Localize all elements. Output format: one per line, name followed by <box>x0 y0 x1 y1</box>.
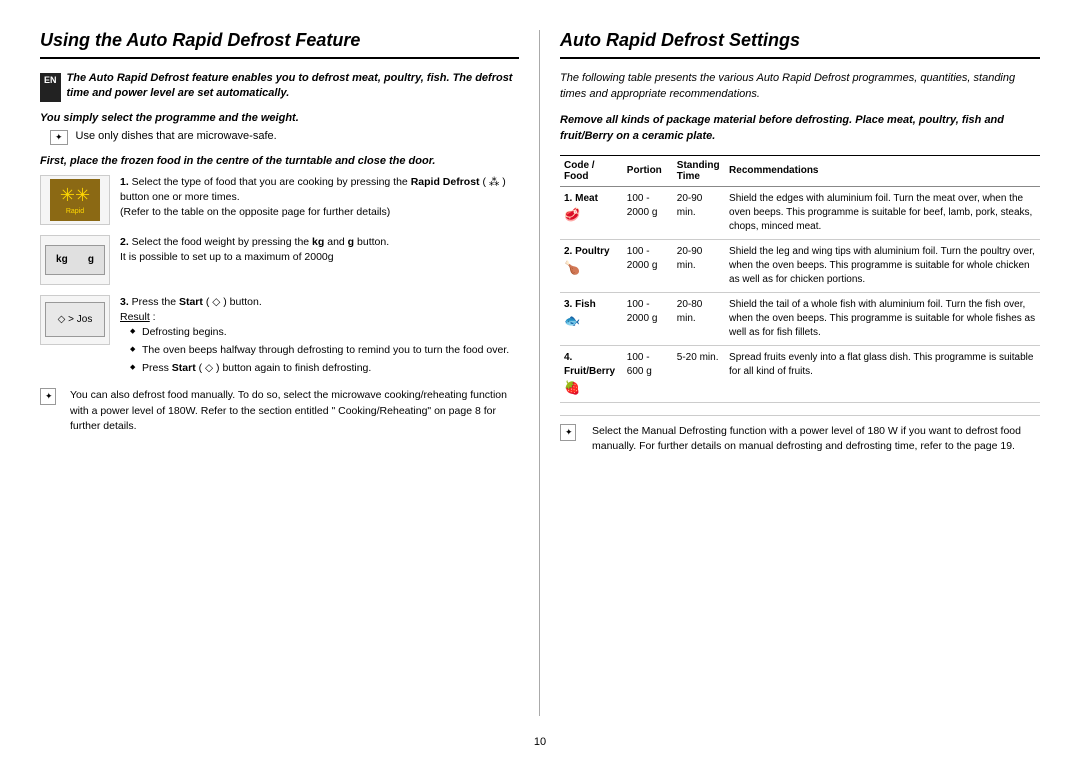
right-intro-2: Remove all kinds of package material bef… <box>560 113 1040 145</box>
table-row: 1. Meat 🥩 100 - 2000 g 20-90 min. Shield… <box>560 186 1040 239</box>
microwave-note: ✦ Use only dishes that are microwave-saf… <box>40 130 519 145</box>
step-1-image: ✳✳ Rapid <box>40 175 110 225</box>
table-row: 2. Poultry 🍗 100 - 2000 g 20-90 min. Shi… <box>560 239 1040 292</box>
poultry-icon: 🍗 <box>564 259 619 277</box>
step-3-image: ◇ > Jos <box>40 295 110 345</box>
food-fish: 3. Fish 🐟 <box>560 292 623 345</box>
meat-icon: 🥩 <box>564 206 619 224</box>
steps-area: ✳✳ Rapid 1. Select the type of food that… <box>40 175 519 379</box>
rec-meat: Shield the edges with aluminium foil. Tu… <box>725 186 1040 239</box>
rapid-label: Rapid <box>66 208 84 215</box>
food-meat: 1. Meat 🥩 <box>560 186 623 239</box>
food-fruit: 4. Fruit/Berry 🍓 <box>560 345 623 402</box>
kg-label: kg <box>56 254 68 265</box>
col-header-food: Code / Food <box>560 155 623 186</box>
col-header-standing: StandingTime <box>673 155 725 186</box>
table-header-row: Code / Food Portion StandingTime Recomme… <box>560 155 1040 186</box>
step-3-bullets: Defrosting begins. The oven beeps halfwa… <box>120 325 519 375</box>
subtitle: You simply select the programme and the … <box>40 112 519 124</box>
step-3-num: 3. <box>120 296 129 308</box>
step-2-content: 2. Select the food weight by pressing th… <box>120 235 519 265</box>
food-poultry: 2. Poultry 🍗 <box>560 239 623 292</box>
standing-fruit: 5-20 min. <box>673 345 725 402</box>
rec-fruit: Spread fruits evenly into a flat glass d… <box>725 345 1040 402</box>
fruit-name: 4. Fruit/Berry <box>564 352 615 377</box>
portion-meat: 100 - 2000 g <box>623 186 673 239</box>
meat-name: 1. Meat <box>564 193 598 204</box>
footer-text: Select the Manual Defrosting function wi… <box>592 424 1040 454</box>
right-intro-text-2: Remove all kinds of package material bef… <box>560 114 1004 142</box>
table-row: 4. Fruit/Berry 🍓 100 - 600 g 5-20 min. S… <box>560 345 1040 402</box>
manual-icon: ✦ <box>40 388 56 405</box>
kg-display: kg g <box>45 245 105 275</box>
left-title: Using the Auto Rapid Defrost Feature <box>40 30 519 59</box>
right-footer: ✦ Select the Manual Defrosting function … <box>560 415 1040 454</box>
footer-icon: ✦ <box>560 424 576 441</box>
step-2-num: 2. <box>120 236 129 248</box>
rapid-defrost-icon: ✳✳ Rapid <box>50 179 100 221</box>
step-3-row: ◇ > Jos 3. Press the Start ( ◇ ) button.… <box>40 295 519 379</box>
manual-block: ✦ You can also defrost food manually. To… <box>40 388 519 434</box>
en-badge: EN <box>40 73 61 102</box>
standing-meat: 20-90 min. <box>673 186 725 239</box>
step-2-image: kg g <box>40 235 110 285</box>
fish-name: 3. Fish <box>564 299 596 310</box>
step-1-num: 1. <box>120 176 129 188</box>
col-header-portion: Portion <box>623 155 673 186</box>
start-display: ◇ > Jos <box>45 302 105 337</box>
defrost-table: Code / Food Portion StandingTime Recomme… <box>560 155 1040 403</box>
step-2-row: kg g 2. Select the food weight by pressi… <box>40 235 519 285</box>
intro-text: The Auto Rapid Defrost feature enables y… <box>67 71 519 102</box>
g-label: g <box>88 254 94 265</box>
rec-fish: Shield the tail of a whole fish with alu… <box>725 292 1040 345</box>
right-title: Auto Rapid Defrost Settings <box>560 30 1040 59</box>
right-intro-text-1: The following table presents the various… <box>560 72 1015 100</box>
fruit-icon: 🍓 <box>564 379 619 397</box>
left-column: Using the Auto Rapid Defrost Feature EN … <box>40 30 540 716</box>
manual-text: You can also defrost food manually. To d… <box>70 388 519 434</box>
start-icon: ◇ > Jos <box>58 314 93 325</box>
microwave-text: Use only dishes that are microwave-safe. <box>76 130 277 142</box>
standing-poultry: 20-90 min. <box>673 239 725 292</box>
table-row: 3. Fish 🐟 100 - 2000 g 20-80 min. Shield… <box>560 292 1040 345</box>
step-1-content: 1. Select the type of food that you are … <box>120 175 519 221</box>
step-3-content: 3. Press the Start ( ◇ ) button. Result … <box>120 295 519 379</box>
microwave-icon: ✦ <box>50 130 68 145</box>
col-header-recommendations: Recommendations <box>725 155 1040 186</box>
portion-fruit: 100 - 600 g <box>623 345 673 402</box>
right-column: Auto Rapid Defrost Settings The followin… <box>540 30 1040 716</box>
page-footer: 10 <box>0 736 1080 763</box>
poultry-name: 2. Poultry <box>564 246 610 257</box>
right-intro-1: The following table presents the various… <box>560 71 1040 103</box>
step-1-row: ✳✳ Rapid 1. Select the type of food that… <box>40 175 519 225</box>
fish-icon: 🐟 <box>564 312 619 330</box>
bullet-2: The oven beeps halfway through defrostin… <box>130 343 519 358</box>
step-heading: First, place the frozen food in the cent… <box>40 155 519 167</box>
bullet-3: Press Start ( ◇ ) button again to finish… <box>130 361 519 376</box>
bullet-1: Defrosting begins. <box>130 325 519 340</box>
portion-poultry: 100 - 2000 g <box>623 239 673 292</box>
rec-poultry: Shield the leg and wing tips with alumin… <box>725 239 1040 292</box>
page-number: 10 <box>534 736 546 748</box>
intro-block: EN The Auto Rapid Defrost feature enable… <box>40 71 519 102</box>
portion-fish: 100 - 2000 g <box>623 292 673 345</box>
standing-fish: 20-80 min. <box>673 292 725 345</box>
